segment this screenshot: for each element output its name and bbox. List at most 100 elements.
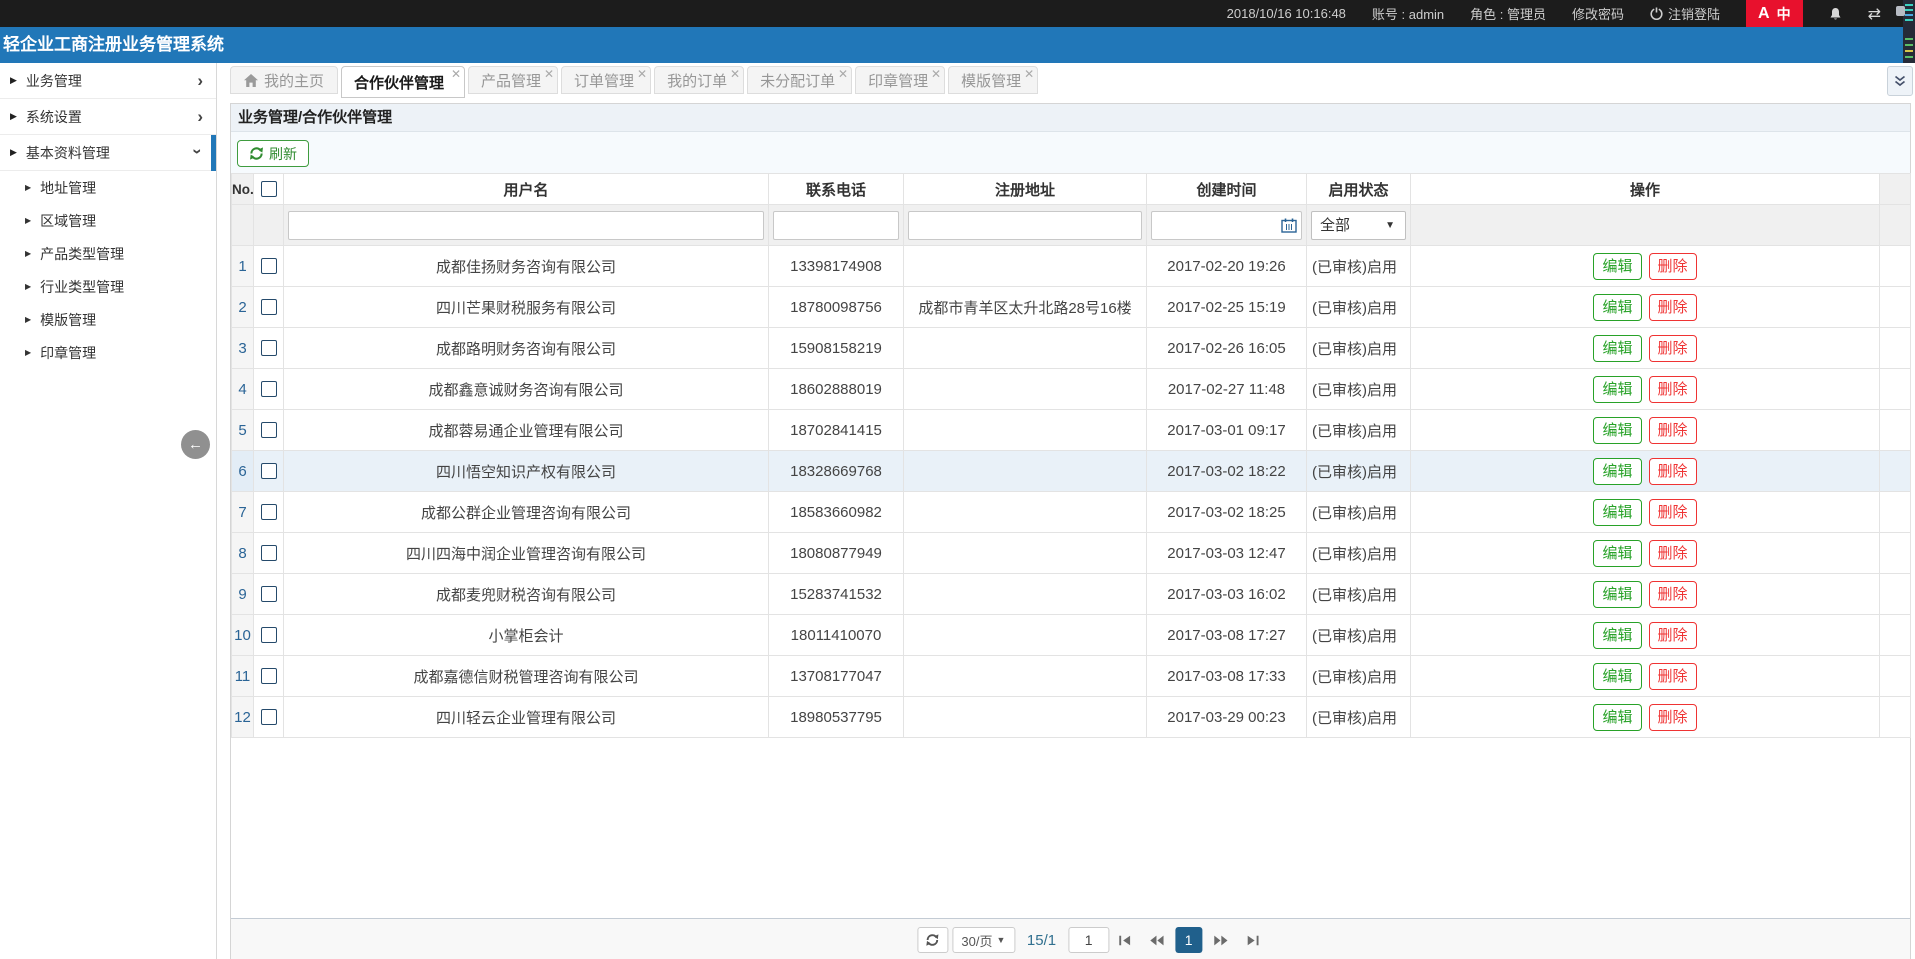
delete-button[interactable]: 删除 <box>1649 294 1697 321</box>
edit-button[interactable]: 编辑 <box>1593 417 1641 444</box>
enabled-status: (已审核)启用 <box>1307 574 1411 615</box>
delete-button[interactable]: 删除 <box>1649 499 1697 526</box>
filter-address-input[interactable] <box>908 211 1142 240</box>
delete-button[interactable]: 删除 <box>1649 376 1697 403</box>
delete-button[interactable]: 删除 <box>1649 581 1697 608</box>
row-checkbox[interactable] <box>261 299 277 315</box>
notification-bell-icon[interactable] <box>1829 7 1842 21</box>
sidebar-subitem-product-type[interactable]: ▶产品类型管理 <box>0 237 216 270</box>
select-all-checkbox[interactable] <box>261 181 277 197</box>
logout-link[interactable]: 注销登陆 <box>1650 4 1720 23</box>
tab-list-dropdown-button[interactable] <box>1887 66 1913 96</box>
close-tab-icon[interactable]: ✕ <box>544 68 554 80</box>
sidebar-item-basic-data[interactable]: ▶ 基本资料管理 › <box>0 135 216 171</box>
filter-name-input[interactable] <box>288 211 764 240</box>
tab-my-orders[interactable]: 我的订单 ✕ <box>654 66 744 94</box>
calendar-icon[interactable] <box>1281 218 1297 233</box>
tab-unassigned-orders[interactable]: 未分配订单 ✕ <box>747 66 852 94</box>
sidebar-subitem-region[interactable]: ▶区域管理 <box>0 204 216 237</box>
sidebar-subitem-address[interactable]: ▶地址管理 <box>0 171 216 204</box>
edit-button[interactable]: 编辑 <box>1593 376 1641 403</box>
row-checkbox[interactable] <box>261 463 277 479</box>
delete-button[interactable]: 删除 <box>1649 253 1697 280</box>
row-checkbox[interactable] <box>261 627 277 643</box>
row-checkbox[interactable] <box>261 504 277 520</box>
delete-button[interactable]: 删除 <box>1649 704 1697 731</box>
first-page-button[interactable] <box>1118 935 1131 946</box>
last-page-button[interactable] <box>1246 935 1259 946</box>
sidebar-item-business[interactable]: ▶ 业务管理 › <box>0 63 216 99</box>
delete-button[interactable]: 删除 <box>1649 622 1697 649</box>
filter-phone-input[interactable] <box>773 211 899 240</box>
tab-partner-management[interactable]: 合作伙伴管理 ✕ <box>341 66 465 98</box>
sidebar-item-system-settings[interactable]: ▶ 系统设置 › <box>0 99 216 135</box>
created-time: 2017-02-25 15:19 <box>1147 287 1307 328</box>
filter-date-input[interactable] <box>1151 211 1302 240</box>
collapse-sidebar-button[interactable]: ← <box>181 430 210 459</box>
delete-button[interactable]: 删除 <box>1649 417 1697 444</box>
sidebar-subitem-seal[interactable]: ▶印章管理 <box>0 336 216 369</box>
delete-button[interactable]: 删除 <box>1649 540 1697 567</box>
column-header-ops: 操作 <box>1411 174 1880 205</box>
enabled-status: (已审核)启用 <box>1307 533 1411 574</box>
row-checkbox[interactable] <box>261 381 277 397</box>
table-row: 11成都嘉德信财税管理咨询有限公司137081770472017-03-08 1… <box>232 656 1911 697</box>
home-icon <box>244 74 258 87</box>
edit-button[interactable]: 编辑 <box>1593 704 1641 731</box>
edit-button[interactable]: 编辑 <box>1593 335 1641 362</box>
partner-address <box>904 410 1147 451</box>
edit-button[interactable]: 编辑 <box>1593 294 1641 321</box>
row-checkbox[interactable] <box>261 586 277 602</box>
edit-button[interactable]: 编辑 <box>1593 499 1641 526</box>
delete-button[interactable]: 删除 <box>1649 458 1697 485</box>
refresh-button[interactable]: 刷新 <box>237 140 309 167</box>
swap-arrows-icon[interactable]: ⇄ <box>1868 4 1881 24</box>
close-tab-icon[interactable]: ✕ <box>637 68 647 80</box>
language-badge[interactable]: A 中 <box>1746 0 1803 27</box>
row-number: 7 <box>232 492 254 533</box>
triangle-icon: ▶ <box>10 111 17 122</box>
table-row: 7成都公群企业管理咨询有限公司185836609822017-03-02 18:… <box>232 492 1911 533</box>
delete-button[interactable]: 删除 <box>1649 335 1697 362</box>
close-tab-icon[interactable]: ✕ <box>451 68 461 80</box>
current-page-button[interactable]: 1 <box>1175 927 1202 953</box>
tab-order-management[interactable]: 订单管理 ✕ <box>561 66 651 94</box>
scrollbar-handle[interactable] <box>1896 6 1905 16</box>
sidebar-subitem-industry-type[interactable]: ▶行业类型管理 <box>0 270 216 303</box>
close-tab-icon[interactable]: ✕ <box>931 68 941 80</box>
edit-button[interactable]: 编辑 <box>1593 540 1641 567</box>
row-checkbox[interactable] <box>261 340 277 356</box>
row-checkbox[interactable] <box>261 422 277 438</box>
prev-page-button[interactable] <box>1149 935 1164 946</box>
close-tab-icon[interactable]: ✕ <box>730 68 740 80</box>
delete-button[interactable]: 删除 <box>1649 663 1697 690</box>
triangle-icon: ▶ <box>25 282 31 291</box>
row-checkbox[interactable] <box>261 545 277 561</box>
sidebar-subitem-template[interactable]: ▶模版管理 <box>0 303 216 336</box>
edit-button[interactable]: 编辑 <box>1593 253 1641 280</box>
change-password-link[interactable]: 修改密码 <box>1572 4 1624 23</box>
close-tab-icon[interactable]: ✕ <box>838 68 848 80</box>
edit-button[interactable]: 编辑 <box>1593 458 1641 485</box>
row-checkbox[interactable] <box>261 258 277 274</box>
tab-home[interactable]: 我的主页 <box>230 66 338 94</box>
next-page-button[interactable] <box>1213 935 1228 946</box>
page-size-dropdown[interactable]: 30/页 ▼ <box>952 927 1015 953</box>
tab-template-management[interactable]: 模版管理 ✕ <box>948 66 1038 94</box>
partner-name: 四川悟空知识产权有限公司 <box>284 451 769 492</box>
filter-status-select[interactable]: 全部 ▼ <box>1311 211 1406 240</box>
row-checkbox[interactable] <box>261 668 277 684</box>
enabled-status: (已审核)启用 <box>1307 492 1411 533</box>
row-checkbox[interactable] <box>261 709 277 725</box>
tab-product-management[interactable]: 产品管理 ✕ <box>468 66 558 94</box>
partner-address: 成都市青羊区太升北路28号16楼 <box>904 287 1147 328</box>
edit-button[interactable]: 编辑 <box>1593 663 1641 690</box>
close-tab-icon[interactable]: ✕ <box>1024 68 1034 80</box>
refresh-icon <box>925 933 939 947</box>
pager-refresh-button[interactable] <box>917 927 948 953</box>
tab-seal-management[interactable]: 印章管理 ✕ <box>855 66 945 94</box>
active-indicator <box>211 135 216 171</box>
page-number-input[interactable] <box>1068 927 1109 953</box>
edit-button[interactable]: 编辑 <box>1593 622 1641 649</box>
edit-button[interactable]: 编辑 <box>1593 581 1641 608</box>
